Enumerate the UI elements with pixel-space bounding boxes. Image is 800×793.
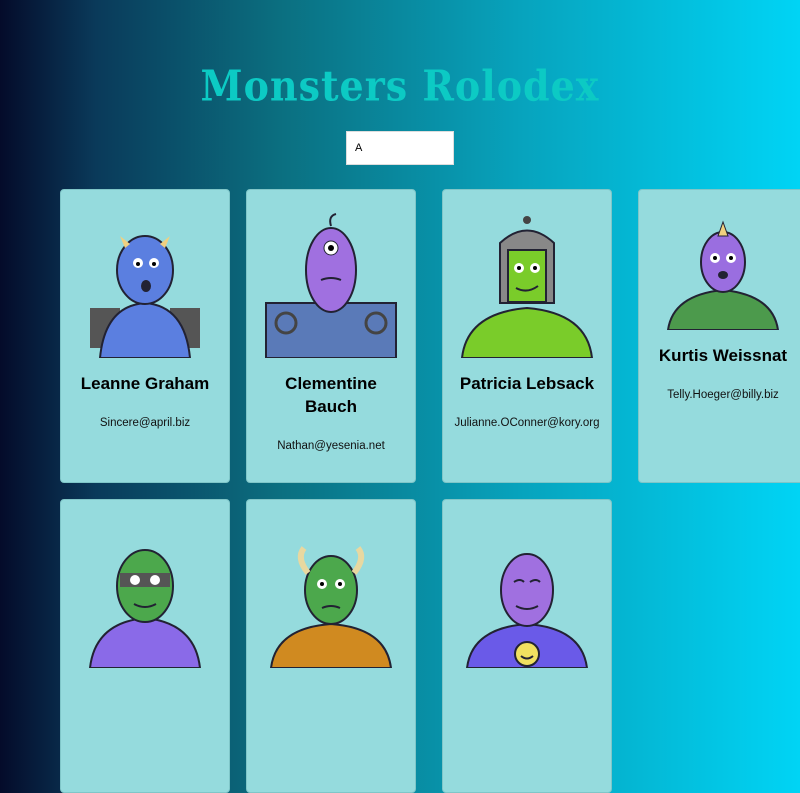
monster-card[interactable]: Clementine Bauch Nathan@yesenia.net [246,189,416,483]
monster-card[interactable]: Patricia Lebsack Julianne.OConner@kory.o… [442,189,612,483]
monster-name: Kurtis Weissnat [658,346,788,365]
monster-card[interactable]: Kurtis Weissnat Telly.Hoeger@billy.biz [638,189,800,483]
monster-avatar-icon [265,213,397,358]
page-title: Monsters Rolodex [200,61,600,111]
monster-card[interactable] [246,499,416,793]
monster-email: Sincere@april.biz [99,417,191,429]
monster-card[interactable] [60,499,230,793]
monster-email: Nathan@yesenia.net [277,440,385,452]
monster-name: Patricia Lebsack [459,374,595,393]
monster-card[interactable] [442,499,612,793]
monster-name: Clementine Bauch [285,374,377,416]
search-input[interactable] [346,131,454,165]
monster-avatar-icon [88,549,202,668]
monster-avatar-icon [465,553,589,668]
monster-email: Telly.Hoeger@billy.biz [667,389,779,401]
monster-avatar-icon [90,235,200,358]
monster-card[interactable]: Leanne Graham Sincere@april.biz [60,189,230,483]
monster-avatar-icon [269,546,393,668]
monster-name: Leanne Graham [80,374,210,393]
monster-email: Julianne.OConner@kory.org [454,417,600,429]
monster-avatar-icon [666,220,780,330]
monster-avatar-icon [460,216,594,358]
